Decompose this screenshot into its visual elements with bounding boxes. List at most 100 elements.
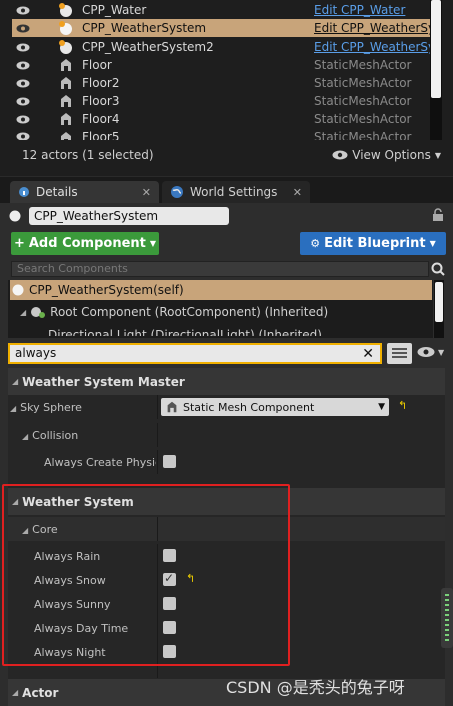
eye-icon[interactable] [16,43,30,52]
reset-to-default-icon[interactable]: ↰ [186,572,195,585]
close-icon[interactable]: ✕ [293,186,302,199]
outliner-row-cpp-weathersystem2[interactable]: CPP_WeatherSystem2 Edit CPP_WeatherSy [12,38,430,56]
property-always-day-time: Always Day Time [8,616,445,640]
edit-blueprint-button[interactable]: ⚙ Edit Blueprint ▼ [300,232,446,255]
component-directional-light[interactable]: Directional Light (DirectionalLight) (In… [48,324,322,336]
eye-icon[interactable] [16,115,30,124]
sky-sphere-value: Static Mesh Component [183,400,315,414]
eye-icon[interactable] [16,132,30,140]
property-label: ◢ Collision [22,429,79,442]
sky-sphere-combo[interactable]: Static Mesh Component ▼ [161,398,389,416]
chevron-down-icon: ▼ [434,150,441,160]
object-name-field[interactable]: CPP_WeatherSystem [29,207,229,225]
component-self[interactable]: CPP_WeatherSystem(self) [10,280,432,300]
panel-tabs: Details ✕ World Settings ✕ [0,177,453,203]
scene-component-icon [31,307,46,318]
outliner-row-floor3[interactable]: Floor3 StaticMeshActor [12,92,430,110]
close-icon[interactable]: ✕ [142,186,151,199]
outliner-row-cpp-water[interactable]: CPP_Water Edit CPP_Water [12,1,430,19]
outliner-row-floor5[interactable]: Floor5 StaticMeshActor [12,128,430,140]
property-collision: ◢ Collision [8,423,445,447]
reset-to-default-icon[interactable]: ↰ [398,399,407,412]
collapse-arrow-icon[interactable]: ◢ [12,688,18,697]
column-divider[interactable] [157,450,158,474]
outliner-row-floor4[interactable]: Floor4 StaticMeshActor [12,110,430,128]
always-rain-checkbox[interactable] [163,549,176,562]
column-divider[interactable] [157,640,158,664]
category-weather-system-master[interactable]: ◢ Weather System Master [8,368,445,395]
sphere-actor-icon [59,40,72,54]
property-always-snow: Always Snow ↰ [8,568,445,592]
component-tree-scrollbar[interactable] [434,280,444,338]
outliner-row-type: StaticMeshActor [314,76,412,90]
property-label: Always Sunny [34,598,111,611]
always-day-time-checkbox[interactable] [163,621,176,634]
add-component-button[interactable]: + Add Component ▼ [11,232,159,255]
search-icon[interactable] [431,262,445,276]
view-options-button[interactable]: View Options ▼ [332,148,441,162]
eye-icon[interactable] [16,61,30,70]
always-snow-checkbox[interactable] [163,571,176,586]
outliner-row-floor2[interactable]: Floor2 StaticMeshActor [12,74,430,92]
column-divider[interactable] [157,395,158,419]
outliner-row-cpp-weathersystem[interactable]: CPP_WeatherSystem Edit CPP_WeatherSy [12,19,430,37]
column-divider[interactable] [157,664,158,678]
expand-arrow-icon[interactable]: ◢ [20,308,26,317]
column-divider[interactable] [157,544,158,568]
sphere-actor-icon [12,284,24,296]
close-icon[interactable]: ✕ [362,346,374,363]
always-create-physics-checkbox[interactable] [163,455,176,468]
blueprint-icon: ⚙ [310,237,321,250]
list-view-button[interactable] [387,343,412,364]
property-always-create-physics: Always Create Physics [8,450,445,474]
outliner-row-type-link[interactable]: Edit CPP_Water [314,3,430,17]
list-icon [392,348,407,358]
outliner-scroll-thumb[interactable] [431,0,441,98]
outliner-row-type: StaticMeshActor [314,94,412,108]
column-divider[interactable] [157,592,158,616]
outliner-row-type-link[interactable]: Edit CPP_WeatherSy [314,21,430,35]
category-label: Weather System [22,494,134,509]
lock-icon[interactable] [432,208,444,222]
property-filter-input[interactable]: always ✕ [8,343,382,364]
tab-world-settings[interactable]: World Settings ✕ [162,181,310,203]
panel-resize-grip[interactable] [441,588,453,648]
world-outliner: CPP_Water Edit CPP_Water CPP_WeatherSyst… [0,0,453,176]
component-tree-scroll-thumb[interactable] [435,282,443,322]
eye-icon[interactable] [16,24,30,33]
collapse-arrow-icon[interactable]: ◢ [12,377,18,386]
category-weather-system[interactable]: ◢ Weather System [8,488,445,515]
visibility-filter-button[interactable]: ▼ [417,346,447,360]
search-components-input[interactable]: Search Components [11,261,429,277]
outliner-row-floor[interactable]: Floor StaticMeshActor [12,56,430,74]
column-divider[interactable] [157,616,158,640]
column-divider[interactable] [157,517,158,541]
eye-icon[interactable] [16,79,30,88]
outliner-row-type-link[interactable]: Edit CPP_WeatherSy [314,40,430,54]
component-self-label: CPP_WeatherSystem(self) [29,283,184,297]
property-label: Always Rain [34,550,101,563]
static-mesh-icon [61,113,71,125]
column-divider[interactable] [157,423,158,447]
tab-label: Details [36,185,78,199]
property-list: ◢ Weather System Master ◢ Sky Sphere Stat… [8,368,445,706]
property-always-sunny: Always Sunny [8,592,445,616]
chevron-down-icon: ▼ [438,348,445,357]
always-night-checkbox[interactable] [163,645,176,658]
property-label: Always Create Physics [44,456,156,469]
eye-icon[interactable] [16,97,30,106]
column-divider[interactable] [157,568,158,592]
outliner-row-type: StaticMeshActor [314,130,412,140]
component-root[interactable]: ◢ Root Component (RootComponent) (Inheri… [20,305,328,319]
property-filter-value: always [15,346,57,360]
actor-count: 12 actors (1 selected) [22,148,154,162]
component-directional-label: Directional Light (DirectionalLight) (In… [48,328,322,336]
always-sunny-checkbox[interactable] [163,597,176,610]
outliner-scrollbar[interactable] [430,0,442,140]
outliner-row-label: Floor5 [82,130,120,140]
collapse-arrow-icon[interactable]: ◢ [12,497,18,506]
grip-dots [445,594,449,642]
tab-details[interactable]: Details ✕ [10,181,159,203]
eye-icon[interactable] [16,6,30,15]
property-sky-sphere: ◢ Sky Sphere Static Mesh Component ▼ ↰ [8,395,445,419]
